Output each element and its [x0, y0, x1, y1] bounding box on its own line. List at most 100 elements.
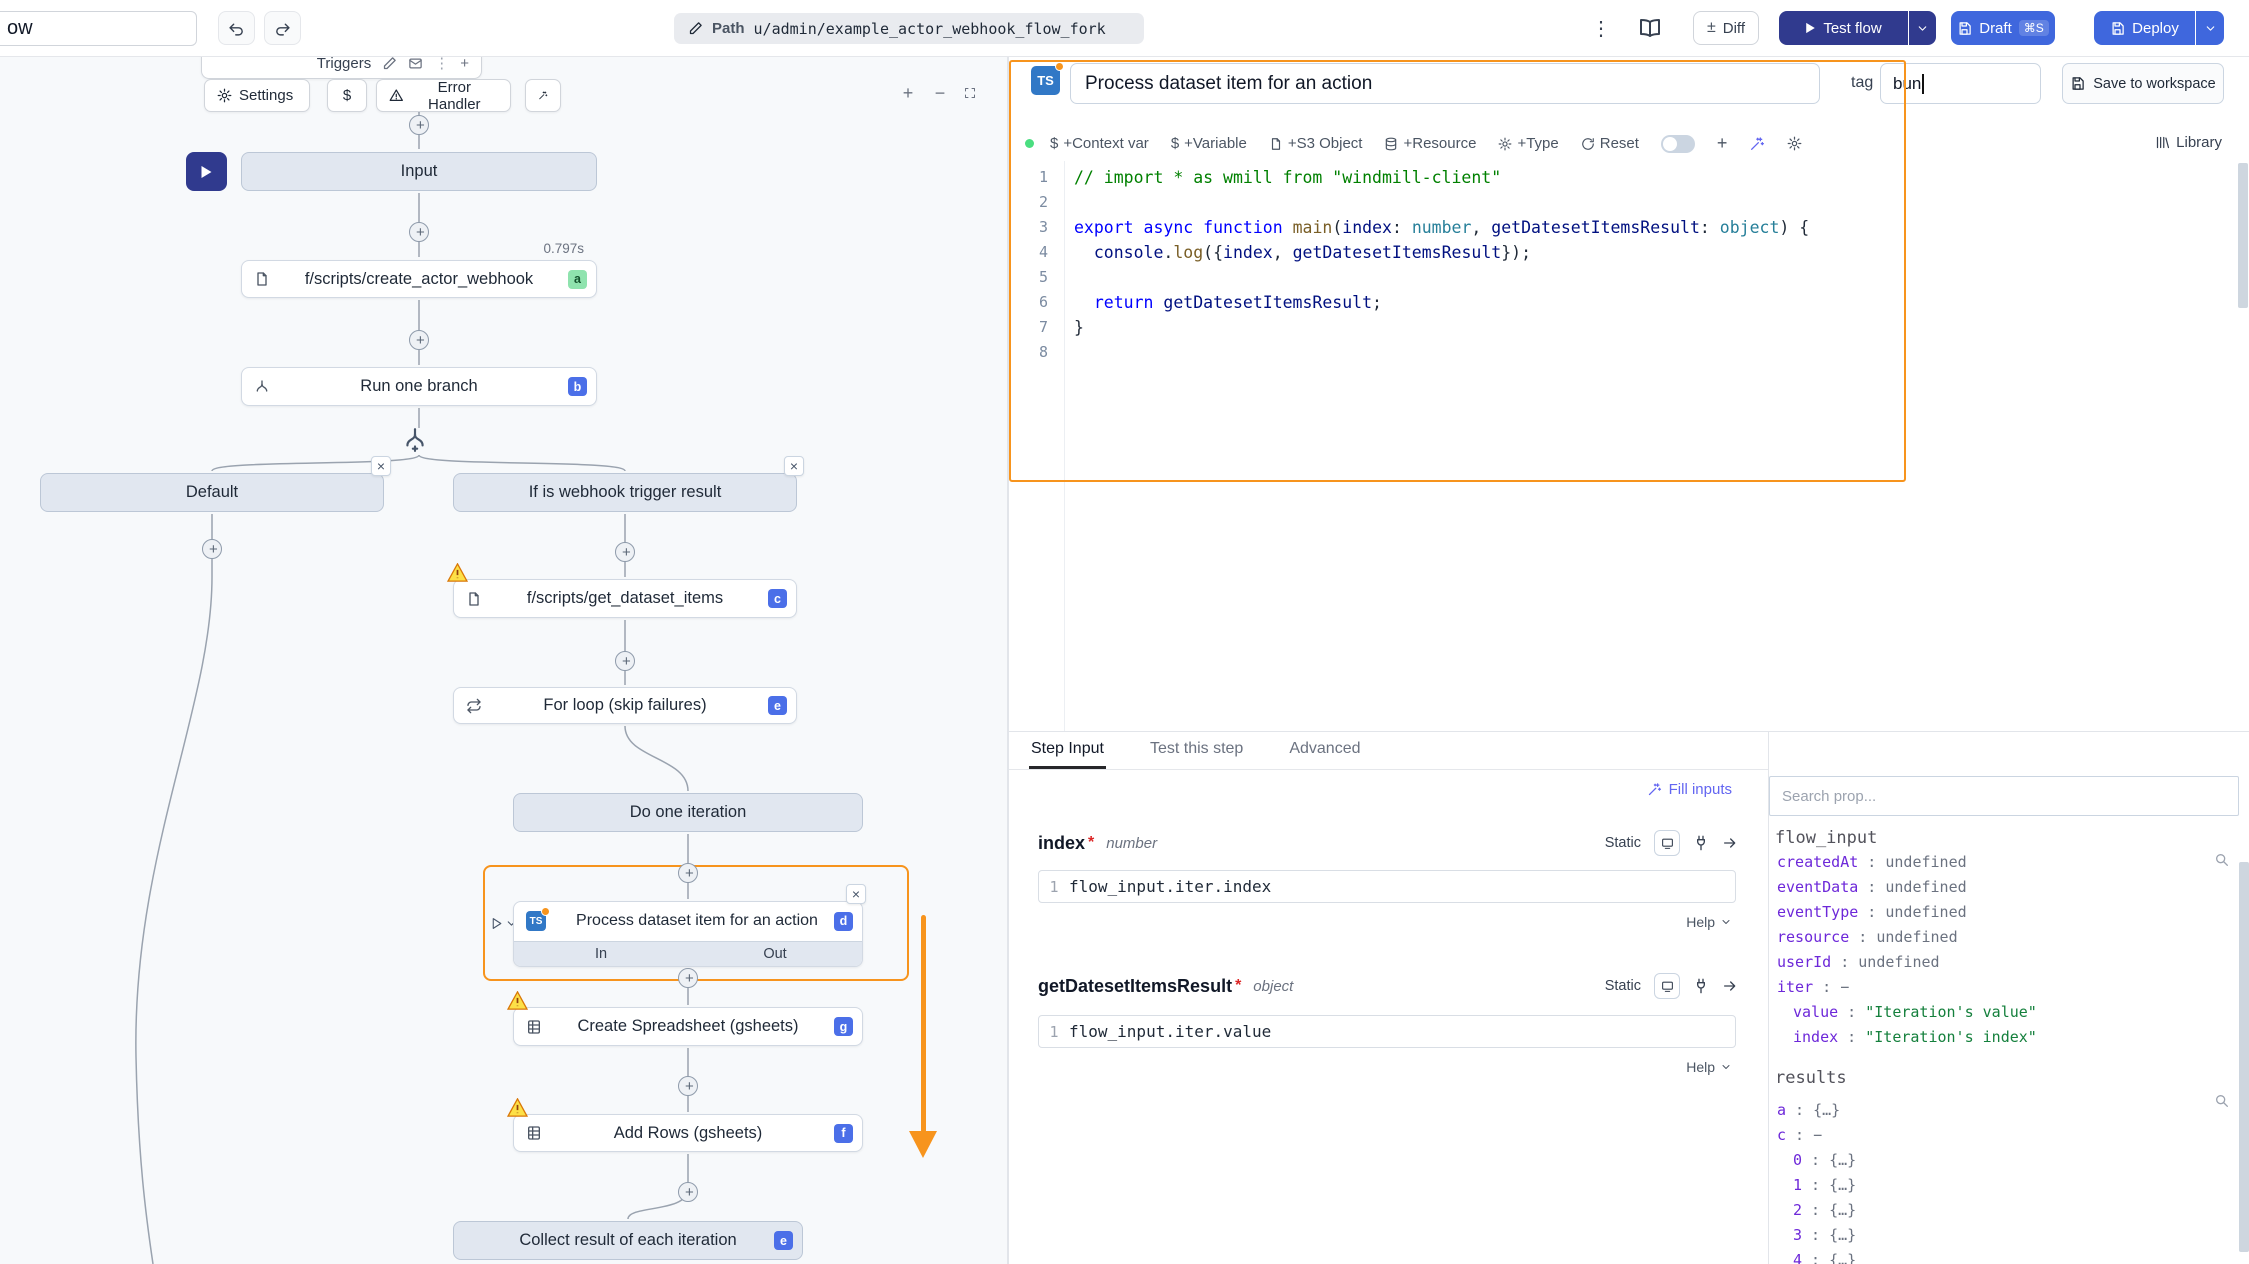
fill-inputs-button[interactable]: Fill inputs	[1641, 780, 1738, 799]
flow-node-do-one-iteration[interactable]: Do one iteration	[513, 793, 863, 832]
flow-node-add-rows[interactable]: Add Rows (gsheets) f	[513, 1114, 863, 1152]
redo-button[interactable]	[264, 11, 301, 45]
expand-editor-button[interactable]	[1654, 830, 1680, 856]
ai-gen-button[interactable]	[1749, 136, 1765, 152]
add-branch-control[interactable]	[402, 427, 436, 457]
add-step-connector[interactable]: +	[409, 115, 429, 135]
flow-node-default-branch[interactable]: Default	[40, 473, 384, 512]
add-step-connector[interactable]: +	[678, 1182, 698, 1202]
add-step-connector[interactable]: +	[678, 968, 698, 988]
add-step-connector[interactable]: +	[409, 222, 429, 242]
step-out-tab[interactable]: Out	[688, 942, 862, 966]
flow-node-if-webhook-branch[interactable]: If is webhook trigger result	[453, 473, 797, 512]
add-step-connector[interactable]: +	[615, 651, 635, 671]
add-step-connector[interactable]: +	[678, 863, 698, 883]
help-link[interactable]: Help	[1680, 913, 1738, 931]
tree-row[interactable]: 0 : {…}	[1769, 1148, 2236, 1173]
delete-branch-button[interactable]: ×	[371, 456, 391, 476]
path-display[interactable]: Path u/admin/example_actor_webhook_flow_…	[674, 13, 1144, 44]
test-flow-dropdown-button[interactable]	[1909, 11, 1936, 45]
add-variable-button[interactable]: $ +Variable	[1171, 135, 1247, 152]
search-prop-input[interactable]	[1769, 776, 2239, 816]
add-step-connector[interactable]: +	[615, 542, 635, 562]
add-step-connector[interactable]: +	[409, 330, 429, 350]
deploy-dropdown-button[interactable]	[2196, 11, 2224, 45]
tab-step-input[interactable]: Step Input	[1029, 732, 1106, 769]
flow-node-create-actor-webhook[interactable]: f/scripts/create_actor_webhook a	[241, 260, 597, 298]
draft-button[interactable]: Draft ⌘S	[1951, 11, 2055, 45]
flow-node-selected-step[interactable]: TS Process dataset item for an action d …	[513, 901, 863, 967]
arrow-right-icon[interactable]	[1722, 978, 1738, 994]
layout-panels-button[interactable]	[1632, 15, 1668, 41]
flow-node-for-loop[interactable]: For loop (skip failures) e	[453, 687, 797, 724]
undo-button[interactable]	[218, 11, 255, 45]
error-handler-button[interactable]: Error Handler	[376, 79, 511, 112]
flow-input-title[interactable]: flow_input	[1775, 828, 1877, 848]
tree-row[interactable]: createdAt : undefined	[1769, 850, 2236, 875]
zoom-out-button[interactable]: −	[928, 82, 952, 104]
test-flow-button[interactable]: Test flow	[1779, 11, 1908, 45]
expand-editor-button[interactable]	[1654, 973, 1680, 999]
tree-row[interactable]: 4 : {…}	[1769, 1248, 2236, 1264]
add-resource-button[interactable]: +Resource	[1384, 135, 1476, 152]
run-step-icon[interactable]	[490, 917, 503, 930]
run-flow-button[interactable]	[186, 152, 227, 191]
delete-branch-button[interactable]: ×	[784, 456, 804, 476]
fit-view-button[interactable]	[958, 82, 982, 104]
tree-row[interactable]: resource : undefined	[1769, 925, 2236, 950]
reset-button[interactable]: Reset	[1581, 135, 1639, 152]
add-assistant-button[interactable]: +	[1717, 133, 1728, 154]
add-context-var-button[interactable]: $ +Context var	[1050, 135, 1149, 152]
diff-mode-toggle[interactable]	[1661, 135, 1695, 153]
tag-input[interactable]: bun	[1880, 63, 2041, 104]
arrow-right-icon[interactable]	[1722, 835, 1738, 851]
deploy-button[interactable]: Deploy	[2094, 11, 2195, 45]
save-to-workspace-button[interactable]: Save to workspace	[2062, 63, 2224, 104]
tree-row[interactable]: 1 : {…}	[1769, 1173, 2236, 1198]
tree-row[interactable]: eventType : undefined	[1769, 900, 2236, 925]
ai-assistant-button[interactable]	[525, 79, 561, 112]
zoom-in-button[interactable]: +	[896, 82, 920, 104]
flow-node-run-one-branch[interactable]: Run one branch b	[241, 367, 597, 406]
tree-row[interactable]: a : {…}	[1769, 1098, 2236, 1123]
more-menu-button[interactable]: ⋮	[1585, 15, 1617, 42]
editor-settings-button[interactable]	[1787, 136, 1802, 151]
tree-row[interactable]: eventData : undefined	[1769, 875, 2236, 900]
flow-settings-button[interactable]: Settings	[204, 79, 310, 112]
add-step-connector[interactable]: +	[678, 1076, 698, 1096]
step-name-input[interactable]: Process dataset item for an action	[1070, 63, 1820, 104]
tree-row[interactable]: value : "Iteration's value"	[1769, 1000, 2236, 1025]
diff-button[interactable]: ± Diff	[1693, 11, 1759, 45]
tree-row[interactable]: 3 : {…}	[1769, 1223, 2236, 1248]
input-expression-editor[interactable]: 1 flow_input.iter.index	[1038, 870, 1736, 903]
tree-row[interactable]: userId : undefined	[1769, 950, 2236, 975]
tree-row[interactable]: iter : −	[1769, 975, 2236, 1000]
tab-test-this-step[interactable]: Test this step	[1148, 732, 1245, 769]
delete-step-button[interactable]: ×	[846, 884, 866, 904]
flow-node-collect-result[interactable]: Collect result of each iteration e	[453, 1221, 803, 1260]
help-link[interactable]: Help	[1680, 1058, 1738, 1076]
plug-icon[interactable]	[1693, 835, 1709, 851]
triggers-bar[interactable]: Triggers ⋮ +	[201, 57, 482, 79]
add-step-connector[interactable]: +	[202, 539, 222, 559]
flow-node-create-spreadsheet[interactable]: Create Spreadsheet (gsheets) g	[513, 1007, 863, 1046]
code-lines[interactable]: // import * as wmill from "windmill-clie…	[1065, 161, 2235, 731]
flow-node-input[interactable]: Input	[241, 152, 597, 191]
editor-scrollbar-thumb[interactable]	[2238, 163, 2248, 308]
step-in-tab[interactable]: In	[514, 942, 688, 966]
tab-advanced[interactable]: Advanced	[1287, 732, 1362, 769]
add-s3-object-button[interactable]: +S3 Object	[1269, 135, 1363, 152]
input-expression-editor[interactable]: 1 flow_input.iter.value	[1038, 1015, 1736, 1048]
flow-node-get-dataset-items[interactable]: f/scripts/get_dataset_items c	[453, 579, 797, 618]
flow-name-input[interactable]: ow	[0, 11, 197, 46]
props-scrollbar-thumb[interactable]	[2239, 862, 2249, 1252]
tree-row[interactable]: c : −	[1769, 1123, 2236, 1148]
variables-button[interactable]: $	[327, 79, 367, 112]
tree-row[interactable]: 2 : {…}	[1769, 1198, 2236, 1223]
plug-icon[interactable]	[1693, 978, 1709, 994]
tree-row[interactable]: index : "Iteration's index"	[1769, 1025, 2236, 1050]
library-button[interactable]: Library	[2149, 133, 2228, 152]
results-title[interactable]: results	[1775, 1068, 1847, 1088]
code-line: // import * as wmill from "windmill-clie…	[1074, 165, 2235, 190]
add-type-button[interactable]: +Type	[1498, 135, 1558, 152]
